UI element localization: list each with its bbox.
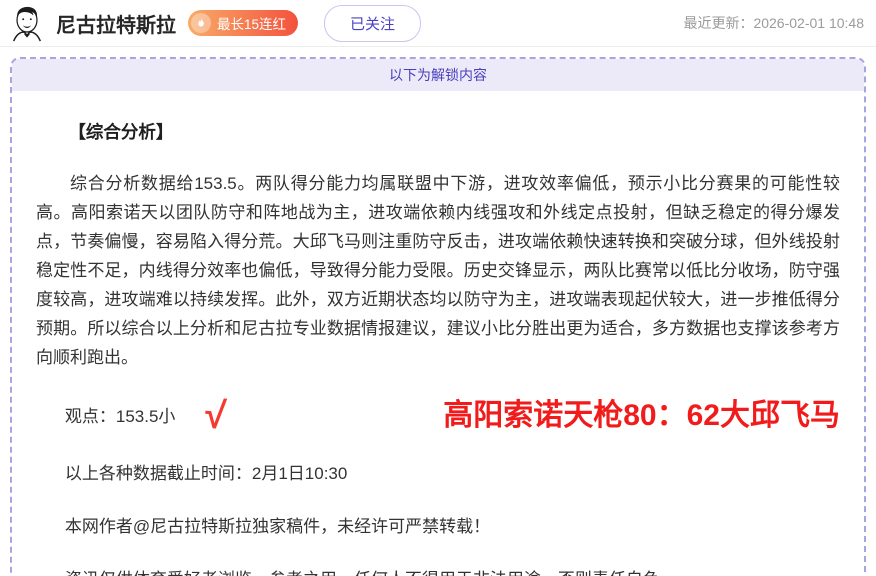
copyright-line: 本网作者@尼古拉特斯拉独家稿件，未经许可严禁转载！ xyxy=(36,512,840,541)
unlocked-content-box: 以下为解锁内容 【综合分析】 综合分析数据给153.5。两队得分能力均属联盟中下… xyxy=(10,57,866,576)
disclaimer-line: 资讯仅供体育爱好者浏览、参考之用。任何人不得用于非法用途，否则责任自负。 xyxy=(36,565,840,576)
portrait-sketch-icon xyxy=(8,4,46,42)
last-updated-label: 最近更新： xyxy=(683,15,753,31)
streak-badge: 最长15连红 xyxy=(188,10,298,36)
follow-button[interactable]: 已关注 xyxy=(324,5,421,42)
last-updated: 最近更新：2026-02-01 10:48 xyxy=(683,13,864,33)
author-header-left: 尼古拉特斯拉 最长15连红 已关注 xyxy=(8,4,421,42)
red-check-mark-icon: √ xyxy=(204,396,227,435)
article-content: 【综合分析】 综合分析数据给153.5。两队得分能力均属联盟中下游，进攻效率偏低… xyxy=(12,118,864,576)
viewpoint-text: 观点：153.5小 xyxy=(65,402,176,431)
unlock-banner: 以下为解锁内容 xyxy=(12,59,864,91)
final-score-text: 高阳索诺天枪80：62大邱飞马 xyxy=(443,398,840,434)
data-cutoff-line: 以上各种数据截止时间：2月1日10:30 xyxy=(36,459,840,488)
analysis-paragraph: 综合分析数据给153.5。两队得分能力均属联盟中下游，进攻效率偏低，预示小比分赛… xyxy=(36,169,840,372)
streak-badge-label: 最长15连红 xyxy=(217,13,286,33)
author-name[interactable]: 尼古拉特斯拉 xyxy=(56,9,176,38)
section-title: 【综合分析】 xyxy=(36,118,840,147)
author-header: 尼古拉特斯拉 最长15连红 已关注 最近更新：2026-02-01 10:48 xyxy=(0,0,876,47)
viewpoint-row: 观点：153.5小 √ 高阳索诺天枪80：62大邱飞马 xyxy=(36,397,840,435)
last-updated-time: 2026-02-01 10:48 xyxy=(753,15,864,31)
flame-icon xyxy=(191,13,211,33)
author-avatar[interactable] xyxy=(8,4,46,42)
